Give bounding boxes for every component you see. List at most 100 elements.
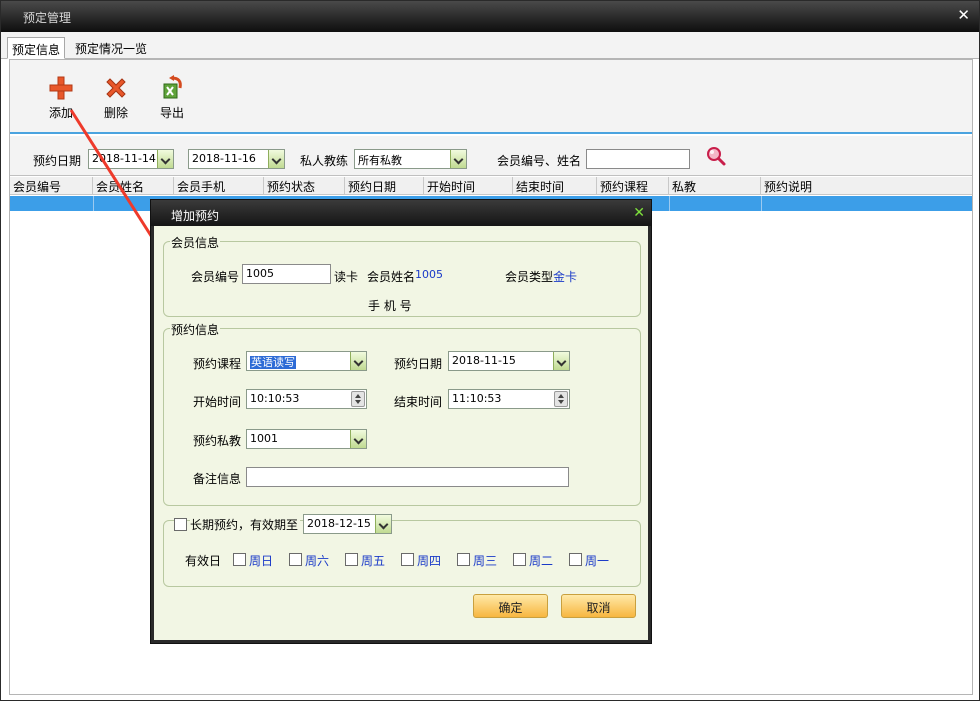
day-fri-label[interactable]: 周五 — [361, 552, 385, 569]
chevron-down-icon[interactable] — [450, 150, 466, 168]
col-note[interactable]: 预约说明 — [761, 177, 972, 195]
valid-days-label: 有效日 — [185, 554, 222, 568]
trainer-select[interactable]: 1001 — [246, 429, 367, 449]
member-no-input[interactable]: 1005 — [242, 264, 331, 284]
start-time-input[interactable]: 10:10:53 — [246, 389, 367, 409]
spinner-icon[interactable] — [554, 391, 568, 407]
toolbar: 添加 删除 导出 — [10, 60, 972, 134]
member-no-label: 会员编号 — [191, 270, 240, 284]
cancel-button[interactable]: 取消 — [561, 594, 636, 618]
start-time-value: 10:10:53 — [250, 392, 300, 405]
member-name-value: 1005 — [415, 268, 443, 281]
course-select[interactable]: 英语读写 — [246, 351, 367, 371]
member-info-title: 会员信息 — [170, 234, 221, 251]
trainer-label: 预约私教 — [193, 434, 242, 448]
col-trainer[interactable]: 私教 — [669, 177, 761, 195]
member-type-value: 金卡 — [553, 270, 578, 284]
col-member-no[interactable]: 会员编号 — [10, 177, 93, 195]
add-button[interactable]: 添加 — [41, 74, 81, 121]
delete-x-icon — [102, 74, 130, 102]
add-booking-dialog: 增加预约 ✕ 会员信息 会员编号 1005 读卡 会员姓名 1005 会员类型 … — [150, 199, 652, 644]
member-info-group: 会员信息 会员编号 1005 读卡 会员姓名 1005 会员类型 金卡 手 机 … — [163, 234, 641, 317]
chevron-down-icon[interactable] — [350, 352, 366, 370]
day-mon-label[interactable]: 周一 — [585, 552, 609, 569]
date-filter-label: 预约日期 — [33, 154, 82, 168]
tab-booking-info[interactable]: 预定信息 — [7, 37, 65, 59]
long-term-label: 长期预约，有效期至 — [190, 516, 301, 533]
close-icon[interactable]: ✕ — [633, 205, 645, 221]
day-sat-checkbox[interactable] — [289, 553, 302, 566]
col-member-name[interactable]: 会员姓名 — [93, 177, 174, 195]
date-from-picker[interactable]: 2018-11-14 — [88, 149, 174, 169]
main-window: 预定管理 ✕ 预定信息 预定情况一览 添加 删除 导出 预约日期 2018-11… — [0, 0, 980, 701]
date-to-picker[interactable]: 2018-11-16 — [188, 149, 285, 169]
trainer-filter-label: 私人教练 — [300, 154, 349, 168]
trainer-select[interactable]: 所有私教 — [354, 149, 467, 169]
end-time-label: 结束时间 — [394, 395, 443, 409]
member-filter-label: 会员编号、姓名 — [497, 154, 582, 168]
close-icon[interactable]: ✕ — [957, 7, 970, 23]
dialog-body: 会员信息 会员编号 1005 读卡 会员姓名 1005 会员类型 金卡 手 机 … — [154, 226, 648, 640]
chevron-down-icon[interactable] — [157, 150, 173, 168]
trainer-value: 1001 — [250, 432, 278, 445]
phone-label: 手 机 号 — [368, 299, 412, 313]
chevron-down-icon[interactable] — [375, 515, 391, 533]
export-label: 导出 — [159, 106, 184, 120]
member-type-label: 会员类型 — [505, 270, 554, 284]
member-search-input[interactable] — [586, 149, 690, 169]
end-time-input[interactable]: 11:10:53 — [448, 389, 570, 409]
start-time-label: 开始时间 — [193, 395, 242, 409]
tab-booking-overview[interactable]: 预定情况一览 — [71, 37, 153, 59]
long-term-date-picker[interactable]: 2018-12-15 — [303, 514, 392, 534]
col-course[interactable]: 预约课程 — [597, 177, 669, 195]
chevron-down-icon[interactable] — [350, 430, 366, 448]
grid-header: 会员编号 会员姓名 会员手机 预约状态 预约日期 开始时间 结束时间 预约课程 … — [10, 177, 972, 195]
day-tue-label[interactable]: 周二 — [529, 552, 553, 569]
chevron-down-icon[interactable] — [268, 150, 284, 168]
export-button[interactable]: 导出 — [152, 74, 192, 121]
day-wed-label[interactable]: 周三 — [473, 552, 497, 569]
add-label: 添加 — [48, 106, 73, 120]
dialog-title: 增加预约 — [171, 209, 220, 223]
course-label: 预约课程 — [193, 357, 242, 371]
member-name-label: 会员姓名 — [367, 270, 416, 284]
plus-icon — [47, 74, 75, 102]
read-card-link[interactable]: 读卡 — [334, 268, 358, 285]
day-sun-checkbox[interactable] — [233, 553, 246, 566]
long-term-date-value: 2018-12-15 — [307, 517, 371, 530]
delete-button[interactable]: 删除 — [96, 74, 136, 121]
booking-date-value: 2018-11-15 — [452, 354, 516, 367]
booking-info-title: 预约信息 — [170, 321, 221, 338]
ok-button[interactable]: 确定 — [473, 594, 548, 618]
course-value: 英语读写 — [250, 356, 296, 369]
col-start[interactable]: 开始时间 — [424, 177, 513, 195]
long-term-checkbox[interactable] — [174, 518, 187, 531]
booking-date-label: 预约日期 — [394, 357, 443, 371]
date-from-value: 2018-11-14 — [92, 152, 156, 165]
booking-date-picker[interactable]: 2018-11-15 — [448, 351, 570, 371]
chevron-down-icon[interactable] — [553, 352, 569, 370]
day-tue-checkbox[interactable] — [513, 553, 526, 566]
export-icon — [158, 74, 186, 102]
title-bar: 预定管理 ✕ — [1, 1, 979, 32]
day-fri-checkbox[interactable] — [345, 553, 358, 566]
day-sun-label[interactable]: 周日 — [249, 552, 273, 569]
day-sat-label[interactable]: 周六 — [305, 552, 329, 569]
dialog-title-bar: 增加预约 ✕ — [151, 200, 651, 226]
spinner-icon[interactable] — [351, 391, 365, 407]
day-wed-checkbox[interactable] — [457, 553, 470, 566]
col-date[interactable]: 预约日期 — [345, 177, 424, 195]
note-label: 备注信息 — [193, 472, 242, 486]
day-thu-label[interactable]: 周四 — [417, 552, 441, 569]
search-icon[interactable] — [705, 145, 727, 170]
col-member-phone[interactable]: 会员手机 — [174, 177, 264, 195]
note-input[interactable] — [246, 467, 569, 487]
trainer-value: 所有私教 — [358, 154, 402, 167]
day-thu-checkbox[interactable] — [401, 553, 414, 566]
col-status[interactable]: 预约状态 — [264, 177, 345, 195]
filter-bar: 预约日期 2018-11-14 2018-11-16 私人教练 所有私教 会员编… — [10, 136, 972, 176]
col-end[interactable]: 结束时间 — [513, 177, 597, 195]
booking-info-group: 预约信息 预约课程 英语读写 预约日期 2018-11-15 开始时间 10:1… — [163, 321, 641, 506]
window-title: 预定管理 — [23, 11, 72, 25]
day-mon-checkbox[interactable] — [569, 553, 582, 566]
